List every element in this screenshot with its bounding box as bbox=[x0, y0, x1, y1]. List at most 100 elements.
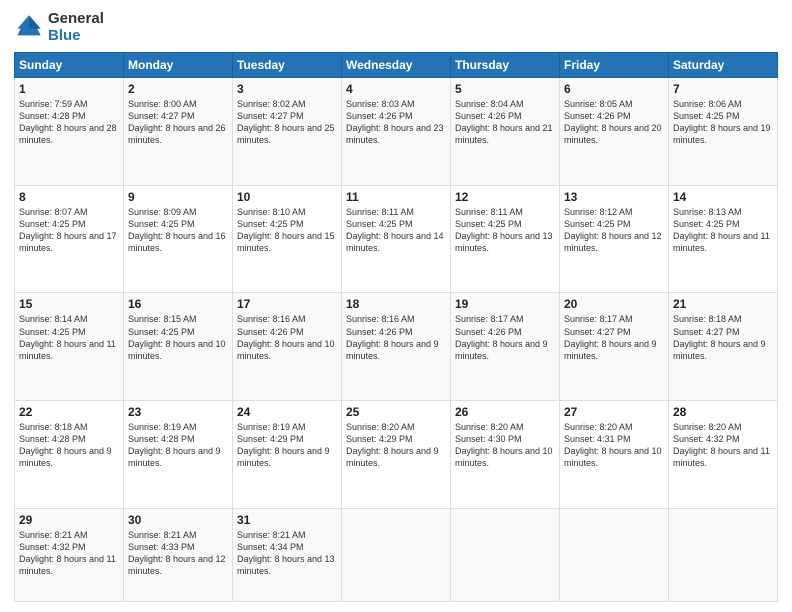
calendar-row: 8Sunrise: 8:07 AMSunset: 4:25 PMDaylight… bbox=[15, 185, 778, 293]
day-number: 16 bbox=[128, 297, 228, 311]
table-row: 18Sunrise: 8:16 AMSunset: 4:26 PMDayligh… bbox=[342, 293, 451, 401]
day-info: Sunrise: 8:16 AMSunset: 4:26 PMDaylight:… bbox=[237, 313, 337, 362]
header: General Blue bbox=[14, 10, 778, 44]
day-info: Sunrise: 8:19 AMSunset: 4:29 PMDaylight:… bbox=[237, 421, 337, 470]
day-number: 17 bbox=[237, 297, 337, 311]
weekday-header-row: Sunday Monday Tuesday Wednesday Thursday… bbox=[15, 53, 778, 78]
table-row: 24 Sunrise: 8:19 AMSunset: 4:29 PMDayligh… bbox=[233, 401, 342, 509]
day-info: Sunrise: 8:00 AMSunset: 4:27 PMDaylight:… bbox=[128, 98, 228, 147]
page-container: General Blue Sunday Monday Tuesday Wedne… bbox=[0, 0, 792, 612]
day-number: 6 bbox=[564, 82, 664, 96]
table-row: 31Sunrise: 8:21 AMSunset: 4:34 PMDayligh… bbox=[233, 508, 342, 601]
day-info: Sunrise: 8:02 AMSunset: 4:27 PMDaylight:… bbox=[237, 98, 337, 147]
logo-icon bbox=[14, 12, 44, 42]
day-info: Sunrise: 8:20 AMSunset: 4:29 PMDaylight:… bbox=[346, 421, 446, 470]
day-info: Sunrise: 8:11 AMSunset: 4:25 PMDaylight:… bbox=[455, 206, 555, 255]
table-row: 26 Sunrise: 8:20 AMSunset: 4:30 PMDayligh… bbox=[451, 401, 560, 509]
header-saturday: Saturday bbox=[669, 53, 778, 78]
table-row bbox=[669, 508, 778, 601]
table-row bbox=[342, 508, 451, 601]
day-number: 14 bbox=[673, 190, 773, 204]
table-row: 3Sunrise: 8:02 AMSunset: 4:27 PMDaylight… bbox=[233, 78, 342, 186]
day-info: Sunrise: 8:21 AMSunset: 4:32 PMDaylight:… bbox=[19, 529, 119, 578]
day-info: Sunrise: 8:04 AMSunset: 4:26 PMDaylight:… bbox=[455, 98, 555, 147]
day-number: 4 bbox=[346, 82, 446, 96]
header-friday: Friday bbox=[560, 53, 669, 78]
calendar-row: 1 Sunrise: 7:59 AMSunset: 4:28 PMDaylight… bbox=[15, 78, 778, 186]
table-row bbox=[451, 508, 560, 601]
table-row: 21 Sunrise: 8:18 AMSunset: 4:27 PMDayligh… bbox=[669, 293, 778, 401]
table-row: 30 Sunrise: 8:21 AMSunset: 4:33 PMDayligh… bbox=[124, 508, 233, 601]
day-info: Sunrise: 8:17 AMSunset: 4:26 PMDaylight:… bbox=[455, 313, 555, 362]
day-number: 7 bbox=[673, 82, 773, 96]
day-info: Sunrise: 8:21 AMSunset: 4:33 PMDaylight:… bbox=[128, 529, 228, 578]
day-number: 26 bbox=[455, 405, 555, 419]
calendar-row: 15 Sunrise: 8:14 AMSunset: 4:25 PMDayligh… bbox=[15, 293, 778, 401]
day-info: Sunrise: 8:13 AMSunset: 4:25 PMDaylight:… bbox=[673, 206, 773, 255]
day-info: Sunrise: 8:17 AMSunset: 4:27 PMDaylight:… bbox=[564, 313, 664, 362]
table-row: 25 Sunrise: 8:20 AMSunset: 4:29 PMDayligh… bbox=[342, 401, 451, 509]
table-row: 7 Sunrise: 8:06 AMSunset: 4:25 PMDaylight… bbox=[669, 78, 778, 186]
calendar-table: Sunday Monday Tuesday Wednesday Thursday… bbox=[14, 52, 778, 602]
table-row: 6 Sunrise: 8:05 AMSunset: 4:26 PMDaylight… bbox=[560, 78, 669, 186]
day-info: Sunrise: 8:12 AMSunset: 4:25 PMDaylight:… bbox=[564, 206, 664, 255]
calendar-row: 29 Sunrise: 8:21 AMSunset: 4:32 PMDayligh… bbox=[15, 508, 778, 601]
calendar-row: 22 Sunrise: 8:18 AMSunset: 4:28 PMDayligh… bbox=[15, 401, 778, 509]
table-row: 27 Sunrise: 8:20 AMSunset: 4:31 PMDayligh… bbox=[560, 401, 669, 509]
day-number: 12 bbox=[455, 190, 555, 204]
table-row: 12 Sunrise: 8:11 AMSunset: 4:25 PMDayligh… bbox=[451, 185, 560, 293]
table-row: 1 Sunrise: 7:59 AMSunset: 4:28 PMDaylight… bbox=[15, 78, 124, 186]
day-info: Sunrise: 8:07 AMSunset: 4:25 PMDaylight:… bbox=[19, 206, 119, 255]
day-number: 13 bbox=[564, 190, 664, 204]
day-number: 15 bbox=[19, 297, 119, 311]
day-info: Sunrise: 8:19 AMSunset: 4:28 PMDaylight:… bbox=[128, 421, 228, 470]
table-row: 11Sunrise: 8:11 AMSunset: 4:25 PMDayligh… bbox=[342, 185, 451, 293]
day-number: 29 bbox=[19, 513, 119, 527]
table-row: 29 Sunrise: 8:21 AMSunset: 4:32 PMDayligh… bbox=[15, 508, 124, 601]
day-info: Sunrise: 8:20 AMSunset: 4:31 PMDaylight:… bbox=[564, 421, 664, 470]
table-row: 13 Sunrise: 8:12 AMSunset: 4:25 PMDayligh… bbox=[560, 185, 669, 293]
table-row: 28Sunrise: 8:20 AMSunset: 4:32 PMDayligh… bbox=[669, 401, 778, 509]
day-info: Sunrise: 8:10 AMSunset: 4:25 PMDaylight:… bbox=[237, 206, 337, 255]
day-number: 1 bbox=[19, 82, 119, 96]
day-number: 22 bbox=[19, 405, 119, 419]
day-number: 21 bbox=[673, 297, 773, 311]
logo-text: General Blue bbox=[48, 10, 104, 44]
day-info: Sunrise: 7:59 AMSunset: 4:28 PMDaylight:… bbox=[19, 98, 119, 147]
header-sunday: Sunday bbox=[15, 53, 124, 78]
day-number: 20 bbox=[564, 297, 664, 311]
table-row bbox=[560, 508, 669, 601]
day-info: Sunrise: 8:18 AMSunset: 4:27 PMDaylight:… bbox=[673, 313, 773, 362]
day-info: Sunrise: 8:14 AMSunset: 4:25 PMDaylight:… bbox=[19, 313, 119, 362]
day-info: Sunrise: 8:03 AMSunset: 4:26 PMDaylight:… bbox=[346, 98, 446, 147]
day-info: Sunrise: 8:18 AMSunset: 4:28 PMDaylight:… bbox=[19, 421, 119, 470]
table-row: 20 Sunrise: 8:17 AMSunset: 4:27 PMDayligh… bbox=[560, 293, 669, 401]
table-row: 8Sunrise: 8:07 AMSunset: 4:25 PMDaylight… bbox=[15, 185, 124, 293]
day-number: 30 bbox=[128, 513, 228, 527]
header-tuesday: Tuesday bbox=[233, 53, 342, 78]
day-info: Sunrise: 8:20 AMSunset: 4:30 PMDaylight:… bbox=[455, 421, 555, 470]
day-number: 10 bbox=[237, 190, 337, 204]
day-number: 2 bbox=[128, 82, 228, 96]
header-thursday: Thursday bbox=[451, 53, 560, 78]
table-row: 4 Sunrise: 8:03 AMSunset: 4:26 PMDaylight… bbox=[342, 78, 451, 186]
day-info: Sunrise: 8:11 AMSunset: 4:25 PMDaylight:… bbox=[346, 206, 446, 255]
day-info: Sunrise: 8:16 AMSunset: 4:26 PMDaylight:… bbox=[346, 313, 446, 362]
table-row: 9 Sunrise: 8:09 AMSunset: 4:25 PMDaylight… bbox=[124, 185, 233, 293]
day-info: Sunrise: 8:06 AMSunset: 4:25 PMDaylight:… bbox=[673, 98, 773, 147]
day-number: 23 bbox=[128, 405, 228, 419]
day-info: Sunrise: 8:15 AMSunset: 4:25 PMDaylight:… bbox=[128, 313, 228, 362]
day-info: Sunrise: 8:09 AMSunset: 4:25 PMDaylight:… bbox=[128, 206, 228, 255]
table-row: 5 Sunrise: 8:04 AMSunset: 4:26 PMDaylight… bbox=[451, 78, 560, 186]
day-number: 24 bbox=[237, 405, 337, 419]
day-info: Sunrise: 8:05 AMSunset: 4:26 PMDaylight:… bbox=[564, 98, 664, 147]
table-row: 23 Sunrise: 8:19 AMSunset: 4:28 PMDayligh… bbox=[124, 401, 233, 509]
logo: General Blue bbox=[14, 10, 104, 44]
day-number: 25 bbox=[346, 405, 446, 419]
day-number: 9 bbox=[128, 190, 228, 204]
day-number: 5 bbox=[455, 82, 555, 96]
table-row: 19Sunrise: 8:17 AMSunset: 4:26 PMDayligh… bbox=[451, 293, 560, 401]
table-row: 17 Sunrise: 8:16 AMSunset: 4:26 PMDayligh… bbox=[233, 293, 342, 401]
day-number: 27 bbox=[564, 405, 664, 419]
header-monday: Monday bbox=[124, 53, 233, 78]
